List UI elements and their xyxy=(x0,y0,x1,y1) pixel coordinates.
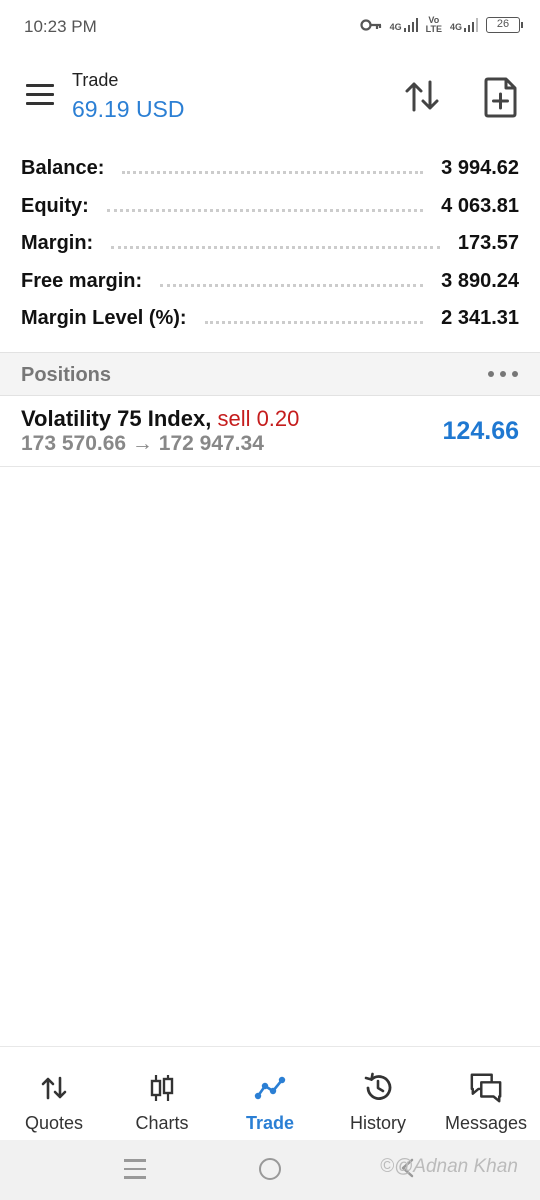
summary-label: Free margin: xyxy=(21,269,143,292)
nav-quotes[interactable]: Quotes xyxy=(0,1047,108,1140)
status-icons: 4G Vo LTE 4G 26 xyxy=(360,15,523,34)
hamburger-icon xyxy=(26,84,54,87)
position-title-line: Volatility 75 Index, sell 0.20 xyxy=(21,406,299,432)
app-header: Trade 69.19 USD xyxy=(0,56,540,140)
quotes-arrows-icon xyxy=(37,1071,71,1105)
bottom-navigation: Quotes Charts Trade History Messages xyxy=(0,1046,540,1140)
summary-row-margin: Margin: 173.57 xyxy=(0,225,540,263)
menu-button[interactable] xyxy=(26,84,56,108)
new-order-button[interactable] xyxy=(482,76,520,118)
dotted-leader xyxy=(111,246,440,250)
position-symbol: Volatility 75 Index, xyxy=(21,406,212,431)
summary-value: 2 341.31 xyxy=(441,307,519,330)
summary-value: 3 890.24 xyxy=(441,269,519,292)
system-navigation-bar: ©@Adnan Khan xyxy=(0,1140,540,1200)
new-document-icon xyxy=(484,77,517,118)
header-profit: 69.19 USD xyxy=(72,96,185,122)
page-title: Trade xyxy=(72,70,119,90)
status-bar: 10:23 PM 4G Vo LTE 4G 26 xyxy=(0,0,540,56)
nav-label: Charts xyxy=(135,1113,189,1133)
summary-row-balance: Balance: 3 994.62 xyxy=(0,150,540,188)
dotted-leader xyxy=(160,283,424,287)
battery-icon: 26 xyxy=(486,17,523,33)
position-row[interactable]: Volatility 75 Index, sell 0.20 173 570.6… xyxy=(0,397,540,467)
summary-value: 3 994.62 xyxy=(441,157,519,180)
position-profit: 124.66 xyxy=(442,417,519,445)
candlestick-icon xyxy=(145,1071,179,1105)
messages-bubbles-icon xyxy=(469,1071,503,1105)
signal-1-icon: 4G xyxy=(390,18,418,32)
account-summary: Balance: 3 994.62 Equity: 4 063.81 Margi… xyxy=(0,150,540,338)
summary-label: Margin Level (%): xyxy=(21,307,187,330)
summary-row-margin-level: Margin Level (%): 2 341.31 xyxy=(0,300,540,338)
nav-label: Quotes xyxy=(24,1113,84,1133)
nav-messages[interactable]: Messages xyxy=(432,1047,540,1140)
summary-value: 173.57 xyxy=(457,232,519,255)
sort-button[interactable] xyxy=(402,76,442,116)
home-button[interactable] xyxy=(259,1158,281,1180)
sort-arrows-icon xyxy=(405,80,439,112)
nav-label: Trade xyxy=(245,1113,295,1133)
history-clock-icon xyxy=(361,1071,395,1105)
summary-row-free-margin: Free margin: 3 890.24 xyxy=(0,263,540,301)
nav-label: History xyxy=(349,1113,406,1133)
nav-trade[interactable]: Trade xyxy=(216,1047,324,1140)
position-prices: 173 570.66 → 172 947.34 xyxy=(21,432,264,455)
dotted-leader xyxy=(122,171,424,175)
more-dots-icon xyxy=(488,371,494,377)
dotted-leader xyxy=(204,321,424,325)
summary-label: Margin: xyxy=(21,232,94,255)
key-icon xyxy=(360,19,381,31)
recent-apps-button[interactable] xyxy=(124,1159,146,1179)
positions-section-header: Positions xyxy=(0,352,540,396)
nav-charts[interactable]: Charts xyxy=(108,1047,216,1140)
summary-label: Balance: xyxy=(21,157,105,180)
positions-title: Positions xyxy=(21,364,112,386)
volte-icon: Vo LTE xyxy=(425,15,442,34)
nav-history[interactable]: History xyxy=(324,1047,432,1140)
signal-2-icon: 4G xyxy=(450,18,478,32)
status-time: 10:23 PM xyxy=(24,17,97,36)
nav-label: Messages xyxy=(444,1113,528,1133)
summary-value: 4 063.81 xyxy=(441,194,519,217)
summary-label: Equity: xyxy=(21,194,89,217)
positions-more-button[interactable] xyxy=(488,367,518,381)
dotted-leader xyxy=(106,208,424,212)
summary-row-equity: Equity: 4 063.81 xyxy=(0,188,540,226)
trade-line-icon xyxy=(253,1071,287,1105)
watermark: ©@Adnan Khan xyxy=(380,1156,518,1177)
position-side: sell 0.20 xyxy=(217,406,300,431)
